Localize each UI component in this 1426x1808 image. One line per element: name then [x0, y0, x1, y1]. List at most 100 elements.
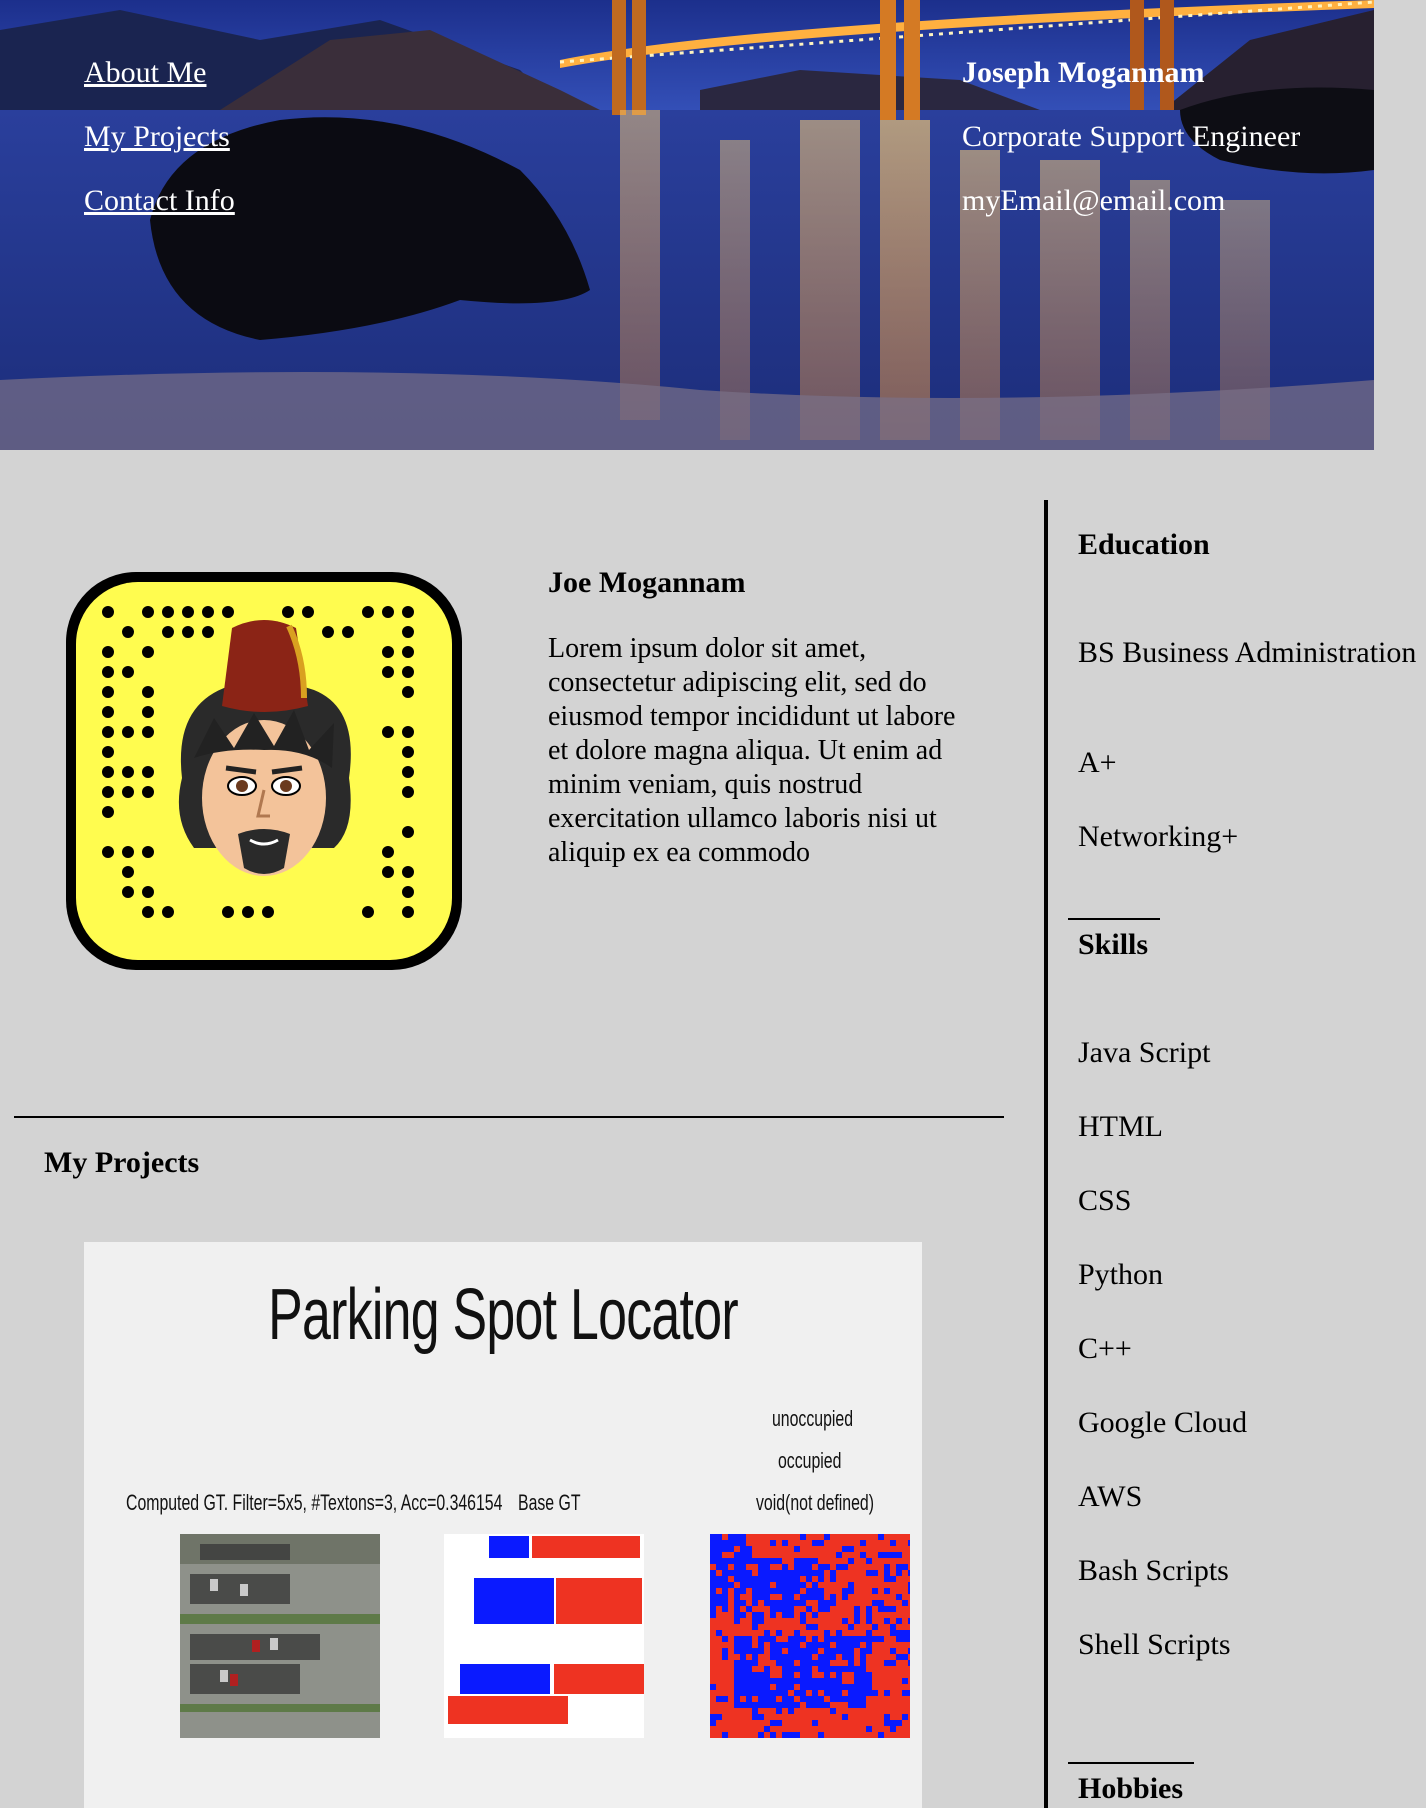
- noise-pixel: [734, 1540, 740, 1546]
- snapcode-dot: [262, 906, 274, 918]
- noise-pixel: [746, 1672, 752, 1678]
- noise-pixel: [848, 1546, 854, 1552]
- nav-my-projects-link[interactable]: My Projects: [84, 120, 235, 154]
- nav-contact-info-link[interactable]: Contact Info: [84, 184, 235, 218]
- noise-pixel: [710, 1588, 716, 1594]
- snapcode-dot: [282, 606, 294, 618]
- noise-pixel: [830, 1696, 836, 1702]
- noise-pixel: [884, 1720, 890, 1726]
- noise-pixel: [824, 1600, 830, 1606]
- noise-pixel: [836, 1684, 842, 1690]
- noise-pixel: [800, 1636, 806, 1642]
- noise-pixel: [812, 1588, 818, 1594]
- noise-pixel: [740, 1582, 746, 1588]
- noise-pixel: [836, 1678, 842, 1684]
- snapcode-dot: [142, 906, 154, 918]
- noise-pixel: [734, 1576, 740, 1582]
- noise-pixel: [776, 1678, 782, 1684]
- noise-pixel: [782, 1540, 788, 1546]
- noise-pixel: [806, 1558, 812, 1564]
- noise-pixel: [770, 1540, 776, 1546]
- noise-pixel: [866, 1726, 872, 1732]
- noise-pixel: [770, 1678, 776, 1684]
- noise-pixel: [890, 1726, 896, 1732]
- noise-pixel: [782, 1564, 788, 1570]
- snapcode-dot: [142, 846, 154, 858]
- noise-pixel: [800, 1534, 806, 1540]
- noise-pixel: [764, 1564, 770, 1570]
- noise-pixel: [734, 1696, 740, 1702]
- noise-pixel: [908, 1660, 910, 1666]
- noise-pixel: [800, 1696, 806, 1702]
- snapcode-dot: [122, 886, 134, 898]
- noise-pixel: [800, 1648, 806, 1654]
- snapcode-dot: [142, 886, 154, 898]
- noise-pixel: [710, 1558, 716, 1564]
- noise-pixel: [734, 1666, 740, 1672]
- noise-pixel: [776, 1702, 782, 1708]
- noise-pixel: [872, 1624, 878, 1630]
- skills-heading: Skills: [1078, 928, 1149, 961]
- noise-pixel: [854, 1678, 860, 1684]
- hobbies-heading: Hobbies: [1078, 1772, 1184, 1805]
- noise-pixel: [902, 1678, 908, 1684]
- noise-pixel: [734, 1636, 740, 1642]
- noise-pixel: [818, 1702, 824, 1708]
- noise-pixel: [734, 1588, 740, 1594]
- noise-pixel: [830, 1636, 836, 1642]
- noise-pixel: [824, 1702, 830, 1708]
- noise-pixel: [734, 1558, 740, 1564]
- noise-pixel: [800, 1600, 806, 1606]
- noise-pixel: [824, 1636, 830, 1642]
- noise-pixel: [836, 1696, 842, 1702]
- noise-pixel: [830, 1648, 836, 1654]
- noise-pixel: [722, 1594, 728, 1600]
- noise-pixel: [788, 1576, 794, 1582]
- noise-pixel: [782, 1612, 788, 1618]
- noise-pixel: [740, 1666, 746, 1672]
- noise-pixel: [728, 1546, 734, 1552]
- noise-pixel: [722, 1540, 728, 1546]
- section-divider: [14, 1116, 1004, 1118]
- noise-pixel: [902, 1630, 908, 1636]
- computed-gt-label: Computed GT. Filter=5x5, #Textons=3, Acc…: [126, 1490, 503, 1515]
- noise-pixel: [890, 1576, 896, 1582]
- noise-pixel: [806, 1588, 812, 1594]
- noise-pixel: [788, 1702, 794, 1708]
- noise-pixel: [806, 1684, 812, 1690]
- noise-pixel: [800, 1672, 806, 1678]
- noise-pixel: [800, 1570, 806, 1576]
- noise-pixel: [800, 1564, 806, 1570]
- noise-pixel: [908, 1636, 910, 1642]
- snapcode-dot: [162, 626, 174, 638]
- noise-pixel: [902, 1564, 908, 1570]
- noise-pixel: [788, 1660, 794, 1666]
- noise-pixel: [716, 1594, 722, 1600]
- noise-pixel: [854, 1684, 860, 1690]
- nav-about-me-link[interactable]: About Me: [84, 56, 235, 90]
- noise-pixel: [776, 1582, 782, 1588]
- noise-pixel: [734, 1570, 740, 1576]
- snapcode-dot: [122, 626, 134, 638]
- noise-pixel: [836, 1630, 842, 1636]
- noise-pixel: [830, 1594, 836, 1600]
- snapcode-dot: [242, 906, 254, 918]
- noise-pixel: [836, 1690, 842, 1696]
- noise-pixel: [716, 1534, 722, 1540]
- noise-pixel: [860, 1702, 866, 1708]
- noise-pixel: [782, 1576, 788, 1582]
- noise-pixel: [794, 1648, 800, 1654]
- noise-pixel: [818, 1570, 824, 1576]
- noise-pixel: [794, 1636, 800, 1642]
- noise-pixel: [770, 1558, 776, 1564]
- noise-pixel: [860, 1696, 866, 1702]
- noise-pixel: [848, 1624, 854, 1630]
- noise-pixel: [842, 1696, 848, 1702]
- noise-pixel: [788, 1678, 794, 1684]
- project-card-parking-spot-locator[interactable]: Parking Spot Locator Computed GT. Filter…: [84, 1242, 922, 1808]
- noise-pixel: [860, 1654, 866, 1660]
- noise-pixel: [770, 1702, 776, 1708]
- noise-pixel: [830, 1600, 836, 1606]
- noise-pixel: [734, 1684, 740, 1690]
- noise-pixel: [842, 1648, 848, 1654]
